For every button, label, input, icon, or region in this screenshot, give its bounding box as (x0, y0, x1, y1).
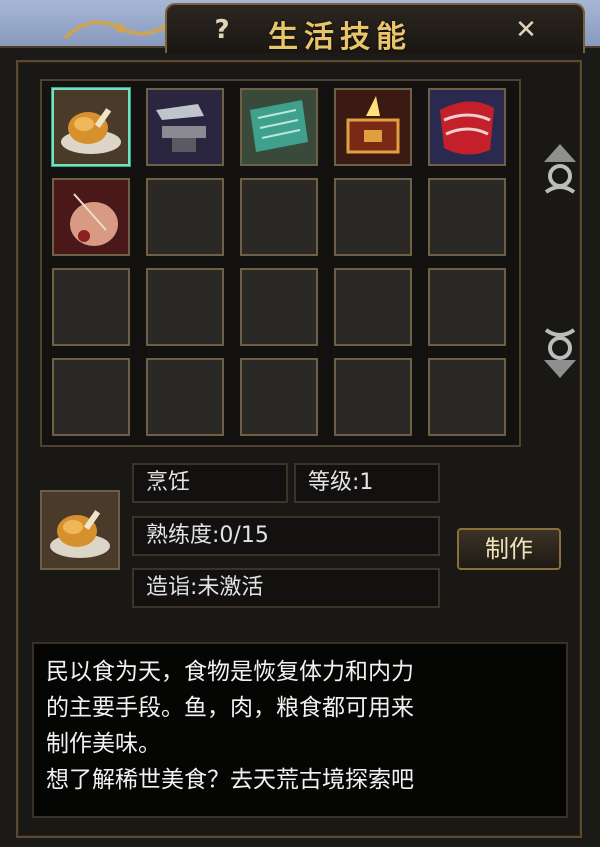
embroidery-needle-icon (54, 180, 128, 254)
scroll-map-icon (242, 90, 316, 164)
window-title: 生活技能 (268, 20, 412, 55)
skill-slot-cloth[interactable] (428, 88, 506, 166)
empty-slot[interactable] (428, 268, 506, 346)
skill-slot-chest[interactable] (334, 88, 412, 166)
skill-slot-embroidery[interactable] (52, 178, 130, 256)
scroll-up-button[interactable] (538, 140, 582, 200)
empty-slot[interactable] (240, 358, 318, 436)
skill-slot-scroll[interactable] (240, 88, 318, 166)
empty-slot[interactable] (334, 268, 412, 346)
description-line: 民以食为天，食物是恢复体力和内力 (46, 659, 414, 685)
scroll-down-button[interactable] (538, 322, 582, 382)
empty-slot[interactable] (240, 268, 318, 346)
close-button[interactable]: ✕ (510, 14, 542, 46)
empty-slot[interactable] (428, 358, 506, 436)
silk-cloth-icon (430, 90, 504, 164)
empty-slot[interactable] (334, 358, 412, 436)
empty-slot[interactable] (146, 178, 224, 256)
skill-level-field: 等级:1 (294, 463, 440, 503)
selected-skill-icon (40, 490, 120, 570)
empty-slot[interactable] (146, 358, 224, 436)
proficiency-field: 熟练度:0/15 (132, 516, 440, 556)
empty-slot[interactable] (52, 358, 130, 436)
skill-slot-forging[interactable] (146, 88, 224, 166)
empty-slot[interactable] (334, 178, 412, 256)
skill-slot-cooking[interactable] (52, 88, 130, 166)
anvil-icon (148, 90, 222, 164)
treasure-chest-icon (336, 90, 410, 164)
empty-slot[interactable] (146, 268, 224, 346)
empty-slot[interactable] (52, 268, 130, 346)
description-line: 想了解稀世美食？去天荒古境探索吧 (46, 767, 414, 793)
make-button[interactable]: 制作 (457, 528, 561, 570)
skill-description-box: 民以食为天，食物是恢复体力和内力 的主要手段。鱼，肉，粮食都可用来 制作美味。 … (32, 642, 568, 818)
empty-slot[interactable] (240, 178, 318, 256)
life-skills-window: ? 生活技能 ✕ 烹饪 等级:1 熟练度:0/15 造诣:未激活 制作 民以食为… (0, 0, 600, 847)
roast-chicken-icon (42, 492, 118, 568)
left-ornament-icon (63, 16, 177, 40)
empty-slot[interactable] (428, 178, 506, 256)
help-button[interactable]: ? (206, 14, 238, 46)
description-line: 制作美味。 (46, 731, 161, 757)
mastery-field: 造诣:未激活 (132, 568, 440, 608)
skill-name-field: 烹饪 (132, 463, 288, 503)
roast-chicken-icon (54, 90, 128, 164)
description-line: 的主要手段。鱼，肉，粮食都可用来 (46, 695, 414, 721)
